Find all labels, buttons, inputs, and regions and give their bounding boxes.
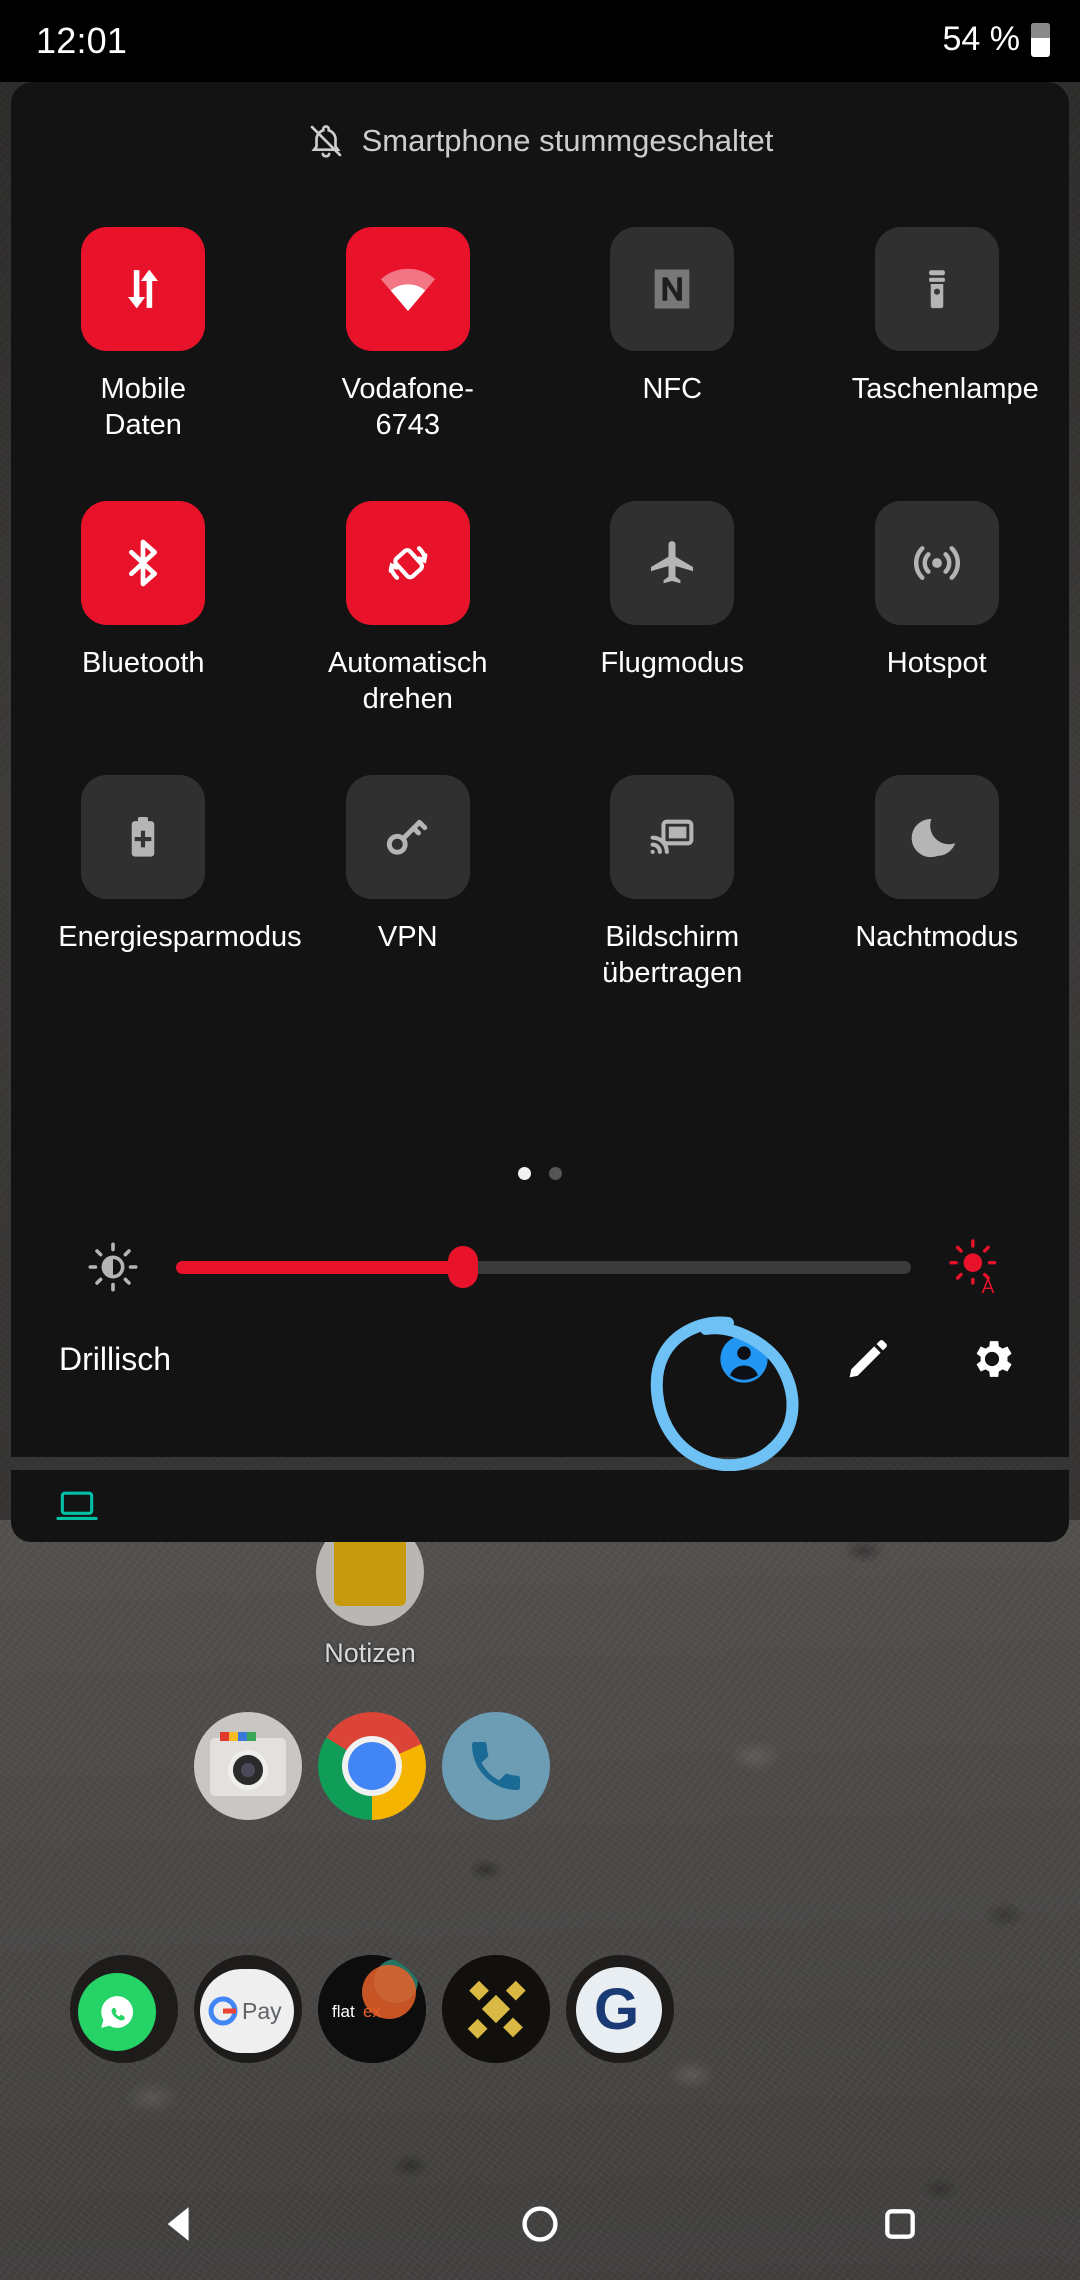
app-icon-camera[interactable] — [194, 1712, 302, 1820]
tile-label: Flugmodus — [600, 647, 744, 679]
gear-icon[interactable] — [961, 1328, 1023, 1390]
brightness-row: A — [11, 1222, 1069, 1312]
tile-cast-screen[interactable]: Bildschirm übertragen — [540, 775, 805, 991]
tile-label: NFC — [642, 373, 703, 405]
silent-mode-banner: Smartphone stummgeschaltet — [11, 122, 1069, 160]
svg-text:flat: flat — [332, 2002, 355, 2021]
dock-app-binance[interactable] — [442, 1955, 550, 2063]
tile-vpn[interactable]: VPN — [276, 775, 541, 991]
tile-battery-saver[interactable]: Energiesparmodus — [11, 775, 302, 991]
footer-actions — [713, 1328, 1023, 1390]
tile-label: Vodafone-6743 — [341, 373, 474, 441]
quick-settings-footer: Drillisch — [11, 1319, 1069, 1399]
status-time: 12:01 — [36, 20, 128, 61]
user-avatar-icon[interactable] — [713, 1328, 775, 1390]
page-indicator — [11, 1167, 1069, 1180]
moon-icon — [874, 775, 999, 899]
bell-off-icon — [310, 125, 341, 158]
phone-icon — [442, 1712, 550, 1820]
tile-hotspot[interactable]: Hotspot — [805, 501, 1070, 717]
bluetooth-icon — [81, 501, 206, 625]
back-icon[interactable] — [135, 2179, 225, 2269]
nfc-icon — [610, 227, 735, 351]
brightness-slider[interactable] — [176, 1246, 911, 1288]
svg-text:Pay: Pay — [242, 1998, 282, 2024]
svg-text:ex: ex — [363, 2002, 381, 2021]
battery-percent-label: 54 % — [942, 20, 1021, 58]
battery-saver-icon — [81, 775, 206, 899]
gls-icon: G — [566, 1955, 674, 2063]
tile-label: Bildschirm übertragen — [602, 921, 743, 989]
tile-label: Nachtmodus — [855, 921, 1019, 953]
recents-icon[interactable] — [855, 2179, 945, 2269]
camera-icon — [194, 1712, 302, 1820]
tile-label: Mobile Daten — [100, 373, 186, 441]
status-bar: 12:01 54 % — [0, 0, 1080, 82]
carrier-label: Drillisch — [59, 1340, 171, 1377]
tile-auto-rotate[interactable]: Automatisch drehen — [276, 501, 541, 717]
whatsapp-icon — [70, 1955, 178, 2063]
flatex-icon: flat ex — [318, 1955, 426, 2063]
page-dot-2[interactable] — [549, 1167, 562, 1180]
chrome-icon — [318, 1712, 426, 1820]
notification-shelf[interactable] — [11, 1470, 1069, 1542]
dock-app-gls[interactable]: G — [566, 1955, 674, 2063]
wifi-icon — [345, 227, 470, 351]
dock-app-whatsapp[interactable] — [70, 1955, 178, 2063]
svg-text:A: A — [981, 1276, 994, 1298]
quick-settings-panel: Smartphone stummgeschaltet Mobile Daten — [11, 82, 1069, 1457]
app-icon-phone[interactable] — [442, 1712, 550, 1820]
airplane-icon — [610, 501, 735, 625]
tile-flashlight[interactable]: Taschenlampe — [805, 227, 1070, 443]
tile-label: Energiesparmodus — [58, 921, 302, 953]
cast-icon — [610, 775, 735, 899]
flashlight-icon — [874, 227, 999, 351]
pencil-edit-icon[interactable] — [837, 1328, 899, 1390]
tile-label: Taschenlampe — [851, 373, 1039, 405]
quick-settings-tiles: Mobile Daten Vodafone-6743 NFC Taschenla… — [11, 227, 1069, 991]
dock-app-flatex[interactable]: flat ex — [318, 1955, 426, 2063]
tile-label: VPN — [377, 921, 438, 953]
tile-airplane-mode[interactable]: Flugmodus — [540, 501, 805, 717]
app-icon-chrome[interactable] — [318, 1712, 426, 1820]
tile-mobile-daten[interactable]: Mobile Daten — [11, 227, 276, 443]
svg-text:G: G — [594, 1977, 639, 2042]
tile-wifi[interactable]: Vodafone-6743 — [276, 227, 541, 443]
binance-icon — [442, 1955, 550, 2063]
app-label: Notizen — [324, 1638, 416, 1668]
home-icon[interactable] — [495, 2179, 585, 2269]
auto-rotate-icon — [345, 501, 470, 625]
dock-app-google-pay[interactable]: Pay — [194, 1955, 302, 2063]
tile-bluetooth[interactable]: Bluetooth — [11, 501, 276, 717]
android-screen: Notizen Pay flat ex G Smartphone stummge… — [0, 0, 1080, 2280]
tile-nfc[interactable]: NFC — [540, 227, 805, 443]
google-pay-icon: Pay — [194, 1955, 302, 2063]
navigation-bar — [0, 2168, 1080, 2280]
tile-label: Bluetooth — [81, 647, 205, 679]
battery-icon — [1031, 22, 1050, 57]
hotspot-icon — [874, 501, 999, 625]
slider-fill — [176, 1260, 463, 1274]
status-right-cluster: 54 % — [942, 20, 1050, 59]
slider-thumb[interactable] — [447, 1246, 478, 1288]
tile-night-mode[interactable]: Nachtmodus — [805, 775, 1070, 991]
tile-label: Hotspot — [886, 647, 987, 679]
tile-label: Automatisch drehen — [327, 647, 488, 715]
silent-mode-text: Smartphone stummgeschaltet — [361, 123, 774, 158]
laptop-icon — [56, 1491, 98, 1521]
brightness-auto-icon[interactable]: A — [947, 1236, 1003, 1298]
mobile-data-icon — [81, 227, 206, 351]
page-dot-1[interactable] — [518, 1167, 531, 1180]
key-icon — [345, 775, 470, 899]
brightness-low-icon — [88, 1242, 138, 1292]
